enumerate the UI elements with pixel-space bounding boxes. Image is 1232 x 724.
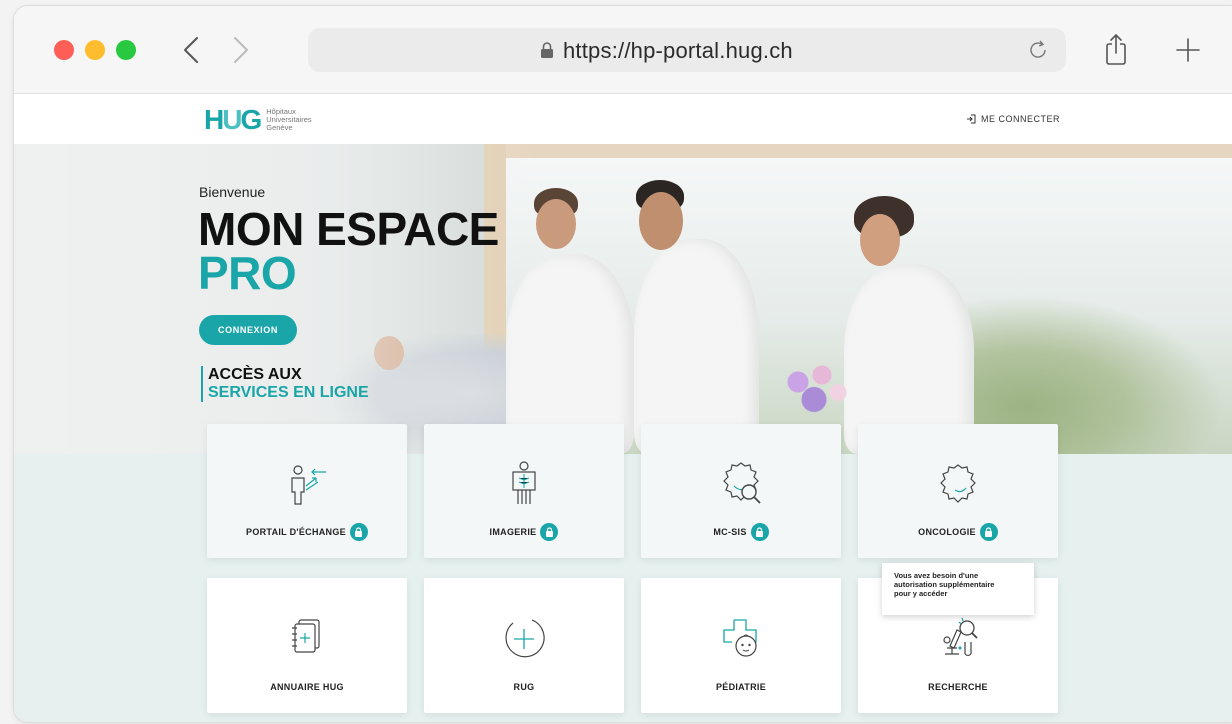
lock-icon xyxy=(541,42,553,58)
photo-window-frame-top xyxy=(484,144,1232,158)
virus-search-icon xyxy=(723,462,761,504)
service-label: MC-SIS xyxy=(641,523,841,541)
service-label: ANNUAIRE HUG xyxy=(207,682,407,692)
service-card-portail[interactable]: PORTAIL D'ÉCHANGE xyxy=(207,424,407,558)
service-card-annuaire[interactable]: ANNUAIRE HUG xyxy=(207,578,407,713)
photo-flowers xyxy=(774,354,854,424)
service-label-text: RUG xyxy=(513,682,535,692)
browser-toolbar: https://hp-portal.hug.ch xyxy=(14,6,1232,94)
reload-icon[interactable] xyxy=(1026,38,1050,62)
service-label: RECHERCHE xyxy=(858,682,1058,692)
service-card-oncologie[interactable]: ONCOLOGIE xyxy=(858,424,1058,558)
service-label-text: ONCOLOGIE xyxy=(918,527,976,537)
logo-text: Hôpitaux Universitaires Genève xyxy=(266,107,312,132)
photo-nurse-right-head xyxy=(860,214,900,266)
address-bar[interactable]: https://hp-portal.hug.ch xyxy=(308,28,1066,72)
access-heading: ACCÈS AUX SERVICES EN LIGNE xyxy=(201,366,369,402)
hero-banner: Bienvenue MON ESPACE PRO CONNEXION ACCÈS… xyxy=(14,144,1232,454)
photo-doctor xyxy=(634,239,759,454)
microscope-icon xyxy=(943,617,978,657)
service-label-text: ANNUAIRE HUG xyxy=(270,682,344,692)
hug-logo[interactable]: HUG Hôpitaux Universitaires Genève xyxy=(204,106,312,134)
tooltip-line: Vous avez besoin d'une xyxy=(894,571,979,580)
service-label: IMAGERIE xyxy=(424,523,624,541)
service-card-mc-sis[interactable]: MC-SIS xyxy=(641,424,841,558)
hero-title-accent: PRO xyxy=(198,247,297,299)
photo-nurse-head xyxy=(536,199,576,249)
photo-doctor-head xyxy=(639,192,683,250)
lock-icon xyxy=(750,523,769,541)
service-label: ONCOLOGIE xyxy=(858,523,1058,541)
close-window-button[interactable] xyxy=(54,40,74,60)
service-label-text: PORTAIL D'ÉCHANGE xyxy=(246,527,346,537)
service-label: RUG xyxy=(424,682,624,692)
baby-cross-icon xyxy=(723,619,757,657)
login-icon xyxy=(967,114,976,124)
share-icon[interactable] xyxy=(1102,32,1130,68)
service-label: PORTAIL D'ÉCHANGE xyxy=(207,523,407,541)
browser-window: https://hp-portal.hug.ch HUG Hôpitaux Un… xyxy=(14,6,1232,722)
tooltip-line: pour y accéder xyxy=(894,589,948,598)
service-label: PÉDIATRIE xyxy=(641,682,841,692)
forward-icon[interactable] xyxy=(228,32,252,68)
service-card-rug[interactable]: RUG xyxy=(424,578,624,713)
login-label: ME CONNECTER xyxy=(981,114,1061,124)
maximize-window-button[interactable] xyxy=(116,40,136,60)
service-label-text: MC-SIS xyxy=(713,527,747,537)
tooltip-line: autorisation supplémentaire xyxy=(894,580,995,589)
logo-mark: HUG xyxy=(204,104,262,135)
access-line-1: ACCÈS AUX xyxy=(208,366,302,383)
access-line-2: SERVICES EN LIGNE xyxy=(208,384,369,401)
site-header: HUG Hôpitaux Universitaires Genève ME CO… xyxy=(14,94,1232,144)
service-card-imagerie[interactable]: IMAGERIE xyxy=(424,424,624,558)
xray-icon xyxy=(512,461,536,504)
exchange-person-icon xyxy=(291,465,326,505)
hero-greeting: Bienvenue xyxy=(199,184,266,200)
back-icon[interactable] xyxy=(180,32,204,68)
lock-icon xyxy=(540,523,559,541)
service-label-text: RECHERCHE xyxy=(928,682,988,692)
lock-icon xyxy=(349,523,368,541)
url-text: https://hp-portal.hug.ch xyxy=(563,38,793,63)
login-link[interactable]: ME CONNECTER xyxy=(966,114,1060,124)
service-label-text: PÉDIATRIE xyxy=(715,682,767,692)
service-label-text: IMAGERIE xyxy=(489,527,537,537)
directory-icon xyxy=(292,619,320,653)
service-card-pediatrie[interactable]: PÉDIATRIE xyxy=(641,578,841,713)
plus-icon[interactable] xyxy=(1174,36,1202,64)
authorization-tooltip: Vous avez besoin d'une autorisation supp… xyxy=(882,563,1034,615)
minimize-window-button[interactable] xyxy=(85,40,105,60)
plus-circle-icon xyxy=(505,619,545,658)
connexion-button[interactable]: CONNEXION xyxy=(199,315,297,345)
lock-icon xyxy=(979,523,998,541)
cell-icon xyxy=(940,464,976,503)
